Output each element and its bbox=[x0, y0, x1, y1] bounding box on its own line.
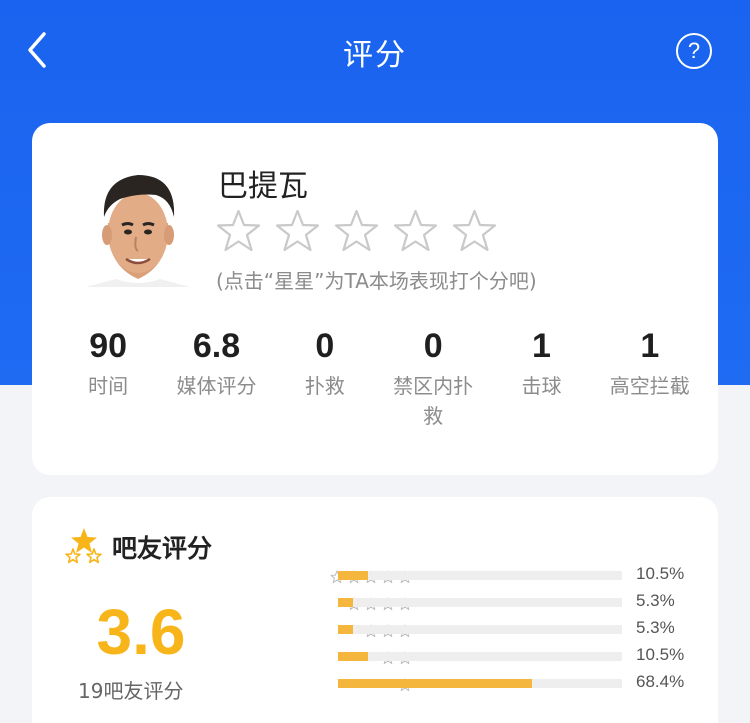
distribution-bar-fill bbox=[338, 598, 354, 607]
distribution-bar-track bbox=[338, 571, 622, 580]
stat-media-rating: 6.8 媒体评分 bbox=[162, 323, 270, 431]
stat-saves: 0 扑救 bbox=[271, 323, 379, 431]
star-outline-icon bbox=[275, 209, 320, 252]
distribution-percent: 5.3% bbox=[636, 618, 675, 637]
fan-rating-title: 吧友评分 bbox=[112, 534, 213, 563]
stat-value: 6.8 bbox=[192, 327, 241, 365]
help-button[interactable]: ? bbox=[676, 33, 712, 69]
distribution-bar-fill bbox=[338, 571, 368, 580]
distribution-row: 68.4% bbox=[232, 672, 702, 694]
stat-label: 媒体评分 bbox=[176, 374, 257, 398]
player-name: 巴提瓦 bbox=[218, 169, 308, 204]
match-stats: 90 时间 6.8 媒体评分 0 扑救 0 禁区内扑救 1 击球 1 高空拦截 bbox=[54, 323, 704, 431]
stat-value: 1 bbox=[532, 327, 551, 365]
stat-label: 禁区内扑救 bbox=[393, 374, 474, 428]
stat-value: 0 bbox=[315, 327, 335, 365]
player-avatar bbox=[86, 153, 190, 287]
stat-punches: 1 击球 bbox=[487, 323, 595, 431]
distribution-row: 5.3% bbox=[232, 618, 702, 640]
stat-box-saves: 0 禁区内扑救 bbox=[379, 323, 487, 431]
player-card: 巴提瓦 (点击“星星”为TA本场表现打个分吧) 90 时间 6.8 媒体评分 0… bbox=[32, 123, 718, 475]
stat-value: 1 bbox=[640, 327, 660, 365]
fan-rating-header: 吧友评分 bbox=[64, 527, 212, 567]
distribution-percent: 10.5% bbox=[636, 564, 685, 583]
distribution-percent: 10.5% bbox=[636, 645, 685, 664]
distribution-row: 10.5% bbox=[232, 645, 702, 667]
star-outline-icon bbox=[452, 209, 497, 252]
rate-star-2[interactable] bbox=[275, 209, 320, 253]
stat-label: 时间 bbox=[88, 374, 129, 398]
rate-star-1[interactable] bbox=[216, 209, 261, 253]
fan-rating-card: 吧友评分 3.6 19吧友评分 10.5% 5.3% 5.3% 10.5% 68.4% bbox=[32, 497, 718, 723]
page-title: 评分 bbox=[343, 38, 407, 73]
star-outline-icon bbox=[216, 209, 261, 252]
fan-average-score: 3.6 bbox=[96, 596, 186, 668]
rate-star-3[interactable] bbox=[334, 209, 379, 253]
stat-value: 0 bbox=[423, 327, 443, 365]
rating-stars bbox=[216, 209, 497, 253]
rate-star-5[interactable] bbox=[452, 209, 497, 253]
distribution-bar-fill bbox=[338, 652, 368, 661]
distribution-bar-track bbox=[338, 652, 622, 661]
star-outline-icon bbox=[393, 209, 438, 252]
star-outline-icon bbox=[334, 209, 379, 252]
stat-label: 击球 bbox=[521, 374, 562, 398]
distribution-percent: 5.3% bbox=[636, 591, 675, 610]
stars-icon bbox=[65, 528, 102, 564]
distribution-bar-track bbox=[338, 679, 622, 688]
stat-label: 扑救 bbox=[304, 374, 345, 398]
stat-value: 90 bbox=[89, 327, 128, 365]
distribution-percent: 68.4% bbox=[636, 672, 685, 691]
distribution-bar-track bbox=[338, 625, 622, 634]
distribution-row: 10.5% bbox=[232, 564, 702, 586]
distribution-row: 5.3% bbox=[232, 591, 702, 613]
rate-star-4[interactable] bbox=[393, 209, 438, 253]
distribution-bar-fill bbox=[338, 625, 354, 634]
stat-time: 90 时间 bbox=[54, 323, 162, 431]
stat-label: 高空拦截 bbox=[609, 374, 690, 398]
distribution-bar-fill bbox=[338, 679, 533, 688]
top-bar: 评分 ? bbox=[0, 0, 750, 100]
distribution-bar-track bbox=[338, 598, 622, 607]
rating-hint: (点击“星星”为TA本场表现打个分吧) bbox=[216, 269, 537, 293]
fan-rating-count: 19吧友评分 bbox=[78, 679, 184, 703]
stat-high-claims: 1 高空拦截 bbox=[596, 323, 704, 431]
